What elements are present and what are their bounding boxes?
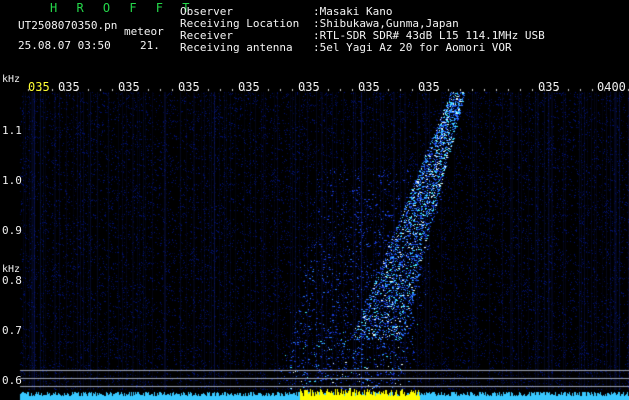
antenna-value: :5el Yagi Az 20 for Aomori VOR	[313, 41, 512, 54]
freq-tick-label: 1.1	[2, 124, 22, 137]
time-label: 035	[358, 80, 380, 94]
time-label: 035	[28, 80, 50, 94]
freq-tick-label: 0.6	[2, 374, 22, 387]
time-label: 035	[538, 80, 560, 94]
time-label: 035	[238, 80, 260, 94]
event-count: 21.	[140, 39, 160, 52]
time-label: 035	[58, 80, 80, 94]
event-tag: meteor	[124, 25, 164, 38]
freq-tick-label: 0.9	[2, 224, 22, 237]
spectrogram-canvas	[0, 0, 629, 400]
freq-tick-label: 0.8	[2, 274, 22, 287]
filename: UT2508070350.pn	[18, 19, 118, 32]
app-title: H R O F F T	[50, 1, 196, 15]
antenna-label: Receiving antenna	[180, 41, 293, 54]
unit-label-top: kHz	[2, 74, 21, 85]
freq-tick-label: 1.0	[2, 174, 22, 187]
datetime: 25.08.07 03:50	[18, 39, 111, 52]
time-label: 035	[298, 80, 320, 94]
time-label: 035	[118, 80, 140, 94]
time-label: 035	[418, 80, 440, 94]
time-label: 035	[178, 80, 200, 94]
freq-tick-label: 0.7	[2, 324, 22, 337]
time-label: 0400	[597, 80, 626, 94]
